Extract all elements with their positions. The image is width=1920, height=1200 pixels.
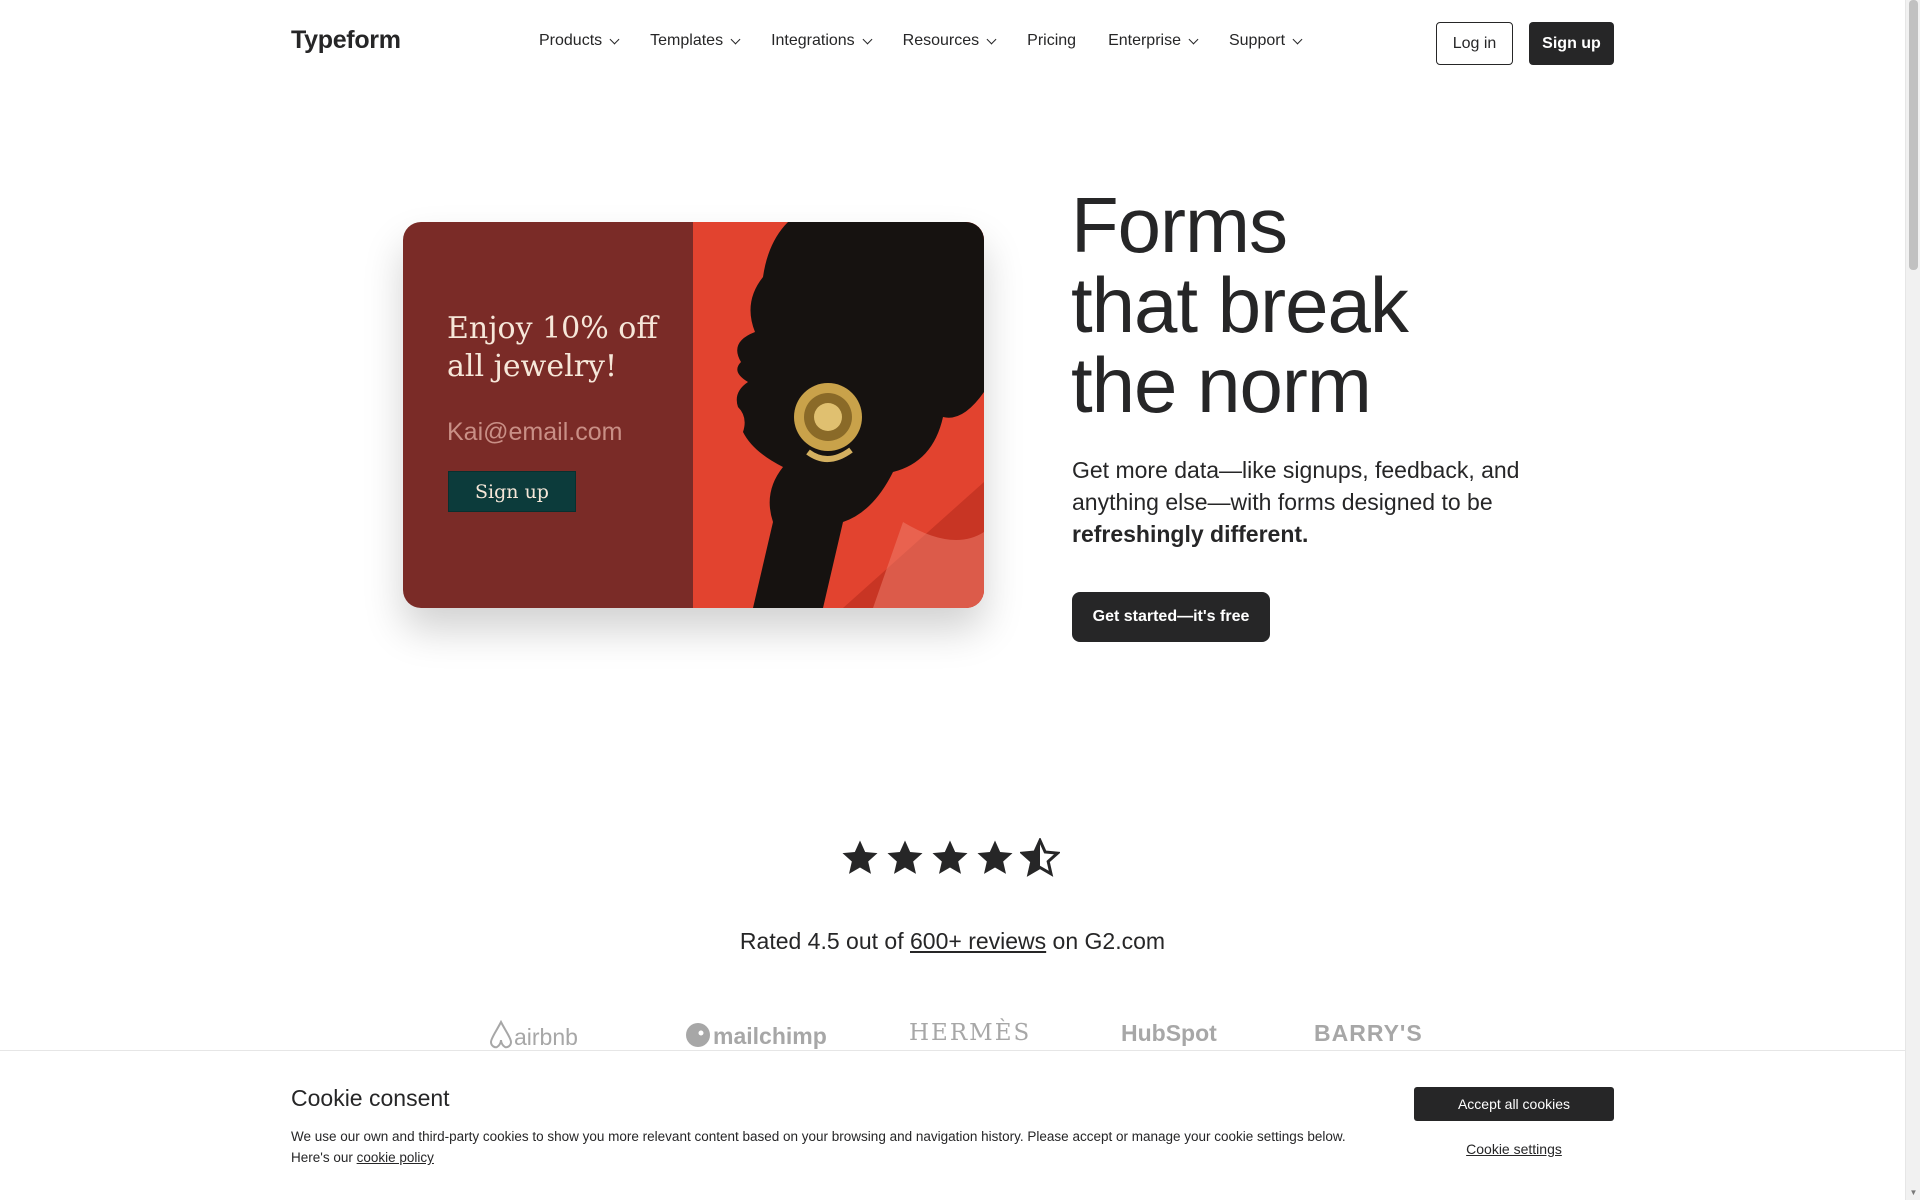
nav-pricing[interactable]: Pricing xyxy=(1027,32,1076,50)
accept-all-cookies-button[interactable]: Accept all cookies xyxy=(1414,1087,1614,1121)
customer-logos: airbnb mailchimp HERMÈS HubSpot BARRY'S xyxy=(0,1019,1905,1051)
form-preview-signup-button: Sign up xyxy=(448,471,576,512)
nav-templates-label: Templates xyxy=(650,32,724,49)
chevron-down-icon xyxy=(862,34,873,44)
chevron-down-icon xyxy=(1188,34,1199,44)
barrys-logo: BARRY'S xyxy=(1314,1020,1423,1046)
jewelry-portrait-image xyxy=(693,222,984,608)
nav-products[interactable]: Products xyxy=(539,32,620,50)
chevron-down-icon xyxy=(1292,34,1303,44)
hermes-logo: HERMÈS xyxy=(909,1020,1032,1046)
hubspot-logo: HubSpot xyxy=(1121,1020,1217,1046)
cookie-consent-title: Cookie consent xyxy=(291,1085,450,1111)
chevron-down-icon xyxy=(609,34,620,44)
get-started-button[interactable]: Get started—it's free xyxy=(1072,592,1270,642)
nav-integrations[interactable]: Integrations xyxy=(771,32,873,50)
mailchimp-logo-text: mailchimp xyxy=(713,1023,827,1049)
airbnb-logo: airbnb xyxy=(488,1019,578,1051)
nav-integrations-label: Integrations xyxy=(771,32,855,49)
reviews-link[interactable]: 600+ reviews xyxy=(910,928,1046,954)
hero-subtitle-text: Get more data—like signups, feedback, an… xyxy=(1072,457,1520,515)
hero-title-line: that break xyxy=(1071,261,1409,349)
form-preview-panel: Enjoy 10% off all jewelry! Kai@email.com… xyxy=(403,222,693,608)
site-header: Typeform Products Templates Integrations… xyxy=(0,0,1905,88)
cookie-settings-link[interactable]: Cookie settings xyxy=(1414,1137,1614,1161)
login-button[interactable]: Log in xyxy=(1436,22,1513,65)
star-icon xyxy=(887,840,923,874)
signup-button[interactable]: Sign up xyxy=(1529,22,1614,65)
hero-title: Forms that break the norm xyxy=(1071,181,1409,429)
nav-resources-label: Resources xyxy=(902,32,980,49)
page-scrollbar[interactable]: ▼ xyxy=(1905,0,1920,1200)
cookie-consent-banner: Cookie consent We use our own and third-… xyxy=(0,1050,1905,1200)
rating-text: Rated 4.5 out of 600+ reviews on G2.com xyxy=(0,928,1905,955)
star-icon xyxy=(932,840,968,874)
airbnb-icon xyxy=(489,1019,513,1049)
hero-subtitle-emphasis: refreshingly different. xyxy=(1072,521,1309,547)
hero-title-line: Forms xyxy=(1071,181,1288,269)
cookie-consent-body: We use our own and third-party cookies t… xyxy=(291,1129,1346,1165)
nav-products-label: Products xyxy=(539,32,603,49)
nav-pricing-label: Pricing xyxy=(1027,32,1077,49)
rating-text-after: on G2.com xyxy=(1046,928,1166,954)
airbnb-logo-text: airbnb xyxy=(514,1024,578,1050)
chevron-down-icon xyxy=(730,34,741,44)
typeform-logo[interactable]: Typeform xyxy=(291,26,401,55)
nav-templates[interactable]: Templates xyxy=(650,32,741,50)
scrollbar-thumb[interactable] xyxy=(1909,0,1918,270)
cookie-consent-text: We use our own and third-party cookies t… xyxy=(291,1126,1351,1168)
star-icon xyxy=(842,840,878,874)
nav-enterprise-label: Enterprise xyxy=(1108,32,1181,49)
main-nav: Products Templates Integrations Resource… xyxy=(539,32,1333,50)
rating-stars xyxy=(840,838,1060,878)
form-preview-headline: Enjoy 10% off all jewelry! xyxy=(447,311,658,384)
nav-enterprise[interactable]: Enterprise xyxy=(1108,32,1199,50)
mailchimp-logo: mailchimp xyxy=(683,1020,827,1050)
hero-title-line: the norm xyxy=(1071,341,1372,429)
half-star-icon xyxy=(1020,838,1060,877)
rating-text-before: Rated 4.5 out of xyxy=(739,928,910,954)
chevron-down-icon xyxy=(986,34,997,44)
cookie-policy-link[interactable]: cookie policy xyxy=(357,1150,434,1165)
scroll-down-arrow-icon[interactable]: ▼ xyxy=(1906,1185,1920,1200)
nav-resources[interactable]: Resources xyxy=(902,32,997,50)
portrait-illustration xyxy=(693,222,984,608)
hero-form-preview: Enjoy 10% off all jewelry! Kai@email.com… xyxy=(403,222,984,608)
nav-support[interactable]: Support xyxy=(1228,32,1303,50)
hero-subtitle: Get more data—like signups, feedback, an… xyxy=(1072,454,1542,550)
nav-support-label: Support xyxy=(1228,32,1286,49)
star-icon xyxy=(977,840,1013,874)
mailchimp-icon xyxy=(686,1023,710,1047)
form-preview-email-placeholder: Kai@email.com xyxy=(447,418,623,446)
